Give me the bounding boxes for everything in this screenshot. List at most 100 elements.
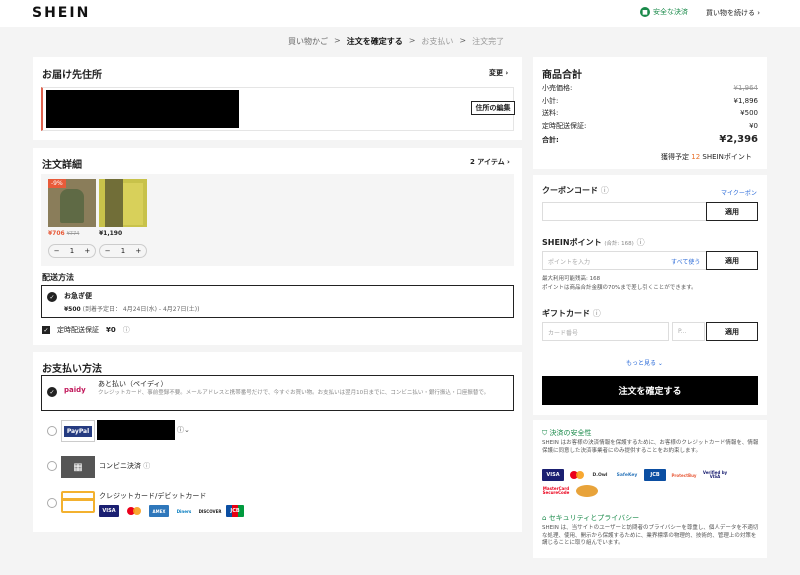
address-title: お届け先住所 (42, 70, 102, 81)
item-count-link[interactable]: 2 アイテム › (470, 157, 510, 167)
summary-rows: 小売価格: ¥1,964 小計: ¥1,896 送料: ¥500 定時配送保証: ¥0 … (542, 82, 758, 147)
secure-label: 安全な決済 (653, 8, 688, 16)
minus-button[interactable]: − (49, 247, 64, 255)
coupon-apply-button[interactable]: 適用 (706, 202, 758, 221)
selected-check-icon: ✓ (47, 387, 57, 397)
guarantee-price: ¥0 (106, 326, 116, 334)
konbini-label: コンビニ決済 ⓘ (99, 462, 151, 470)
summary-row-guarantee: 定時配送保証: ¥0 (542, 121, 758, 130)
radio-konbini[interactable] (47, 461, 57, 471)
gift-card-number-input[interactable]: カード番号 (542, 322, 669, 341)
help-icon[interactable]: ⓘ (123, 325, 130, 335)
top-header: SHEIN ■ 安全な決済 買い物を続ける › (0, 0, 800, 27)
summary-title: 商品合計 (542, 70, 582, 81)
gift-card-apply-button[interactable]: 適用 (706, 322, 758, 341)
protectbuy-icon: ProtectBuy (671, 472, 697, 478)
quantity-value: 1 (69, 247, 75, 255)
mastercard-icon (124, 505, 144, 517)
payment-option-paidy[interactable]: ✓ paidy あと払い（ペイディ） クレジットカード、事前登録不要。メールアド… (41, 375, 514, 411)
use-all-points-link[interactable]: すべて使う (671, 257, 700, 266)
breadcrumb-separator: > (334, 36, 341, 45)
discover-icon: DISCOVER (198, 508, 222, 514)
breadcrumb: 買い物かご > 注文を確定する > お支払い > 注文完了 (288, 36, 504, 47)
my-coupons-link[interactable]: マイクーポン (721, 188, 757, 197)
mastercard-securecode-icon: MasterCard SecureCode (542, 485, 570, 495)
lock-outline-icon: ⌂ (542, 514, 547, 522)
summary-row-shipping: 送料: ¥500 (542, 109, 758, 117)
visa-secure-icon: VISA (542, 469, 564, 481)
address-section: お届け先住所 変更 › 住所の編集 (33, 57, 522, 140)
secure-payment-indicator: ■ 安全な決済 (640, 7, 688, 17)
summary-row-total: 合計: ¥2,396 (542, 134, 758, 145)
sale-price: ¥706 (48, 230, 65, 237)
product-price-1: ¥706 ¥774 (48, 230, 79, 237)
continue-shopping-link[interactable]: 買い物を続ける › (706, 8, 760, 18)
quantity-stepper[interactable]: − 1 + (48, 244, 96, 258)
selected-check-icon: ✓ (47, 292, 57, 302)
help-icon[interactable]: ⓘ (601, 186, 609, 195)
discounts-section: クーポンコード ⓘ マイクーポン 適用 SHEINポイント (合計: 168) … (533, 175, 767, 415)
quantity-stepper[interactable]: − 1 + (99, 244, 147, 258)
help-icon[interactable]: ⓘ (637, 238, 645, 247)
shein-logo[interactable]: SHEIN (32, 5, 90, 21)
seal-icon (576, 485, 598, 497)
payment-title: お支払い方法 (42, 364, 102, 375)
coupon-title: クーポンコード ⓘ (542, 186, 609, 195)
redacted-address (46, 90, 239, 128)
product-figure (105, 179, 123, 227)
security-section: ⛉ 決済の安全性 SHEIN はお客様の決済情報を保護するために、お客様のクレジ… (533, 420, 767, 558)
paidy-description: クレジットカード、事前登録不要。メールアドレスと携帯番号だけで、今すぐお買い物。… (98, 390, 490, 396)
delivery-guarantee-row[interactable]: ✓ 定時配送保証 ¥0 ⓘ (42, 325, 130, 335)
paidy-logo: paidy (64, 386, 86, 394)
points-apply-button[interactable]: 適用 (706, 251, 758, 270)
place-order-button[interactable]: 注文を確定する (542, 376, 758, 405)
guarantee-label: 定時配送保証 (57, 326, 99, 334)
paypal-logo: PayPal (61, 420, 95, 442)
gift-card-title: ギフトカード ⓘ (542, 309, 601, 318)
paidy-title: あと払い（ペイディ） (98, 380, 168, 388)
shipping-method-title: 配送方法 (42, 273, 74, 282)
breadcrumb-payment: お支払い (421, 37, 454, 46)
diners-secure-icon: D.Owl (592, 472, 608, 478)
product-price-2: ¥1,190 (99, 230, 123, 237)
address-change-link[interactable]: 変更 › (489, 68, 508, 78)
breadcrumb-complete: 注文完了 (472, 37, 505, 46)
plus-button[interactable]: + (131, 247, 146, 255)
lock-icon: ■ (640, 7, 650, 17)
order-details-section: 注文詳細 2 アイテム › -9% ¥706 ¥774 − 1 + ¥1,190… (33, 148, 522, 345)
gift-card-pin-input[interactable]: P... (672, 322, 705, 341)
items-area: -9% ¥706 ¥774 − 1 + ¥1,190 − 1 + (41, 174, 514, 266)
breadcrumb-confirm: 注文を確定する (346, 37, 403, 46)
diners-icon: Diners (176, 508, 192, 514)
checkbox-checked-icon[interactable]: ✓ (42, 326, 50, 334)
help-icon[interactable]: ⓘ (593, 309, 601, 318)
minus-button[interactable]: − (100, 247, 115, 255)
radio-paypal[interactable] (47, 426, 57, 436)
amex-icon: AMEX (149, 505, 169, 517)
credit-card-icon (61, 491, 95, 513)
card-label: クレジットカード/デビットカード (99, 492, 207, 500)
breadcrumb-cart[interactable]: 買い物かご (288, 36, 328, 47)
coupon-input[interactable] (542, 202, 707, 221)
payment-method-section: お支払い方法 ✓ paidy あと払い（ペイディ） クレジットカード、事前登録不… (33, 352, 522, 532)
points-earned: 獲得予定 12 SHEINポイント (661, 153, 752, 161)
edit-address-button[interactable]: 住所の編集 (471, 101, 515, 115)
mastercard-icon (570, 469, 584, 481)
shipping-option-express[interactable]: ✓ お急ぎ便 ¥500 (到着予定日： 4月24日(水) - 4月27日(土)) (41, 285, 514, 318)
product-image[interactable] (99, 179, 147, 227)
jcb-icon: JCB (226, 505, 244, 517)
visa-icon: VISA (99, 505, 119, 517)
paypal-help-icon[interactable]: ⓘ⌄ (177, 425, 190, 435)
summary-row-retail: 小売価格: ¥1,964 (542, 84, 758, 92)
privacy-title: ⌂ セキュリティとプライバシー (542, 514, 640, 522)
points-max-note: 最大利用可能残高: 168 (542, 276, 601, 282)
help-icon[interactable]: ⓘ (143, 462, 150, 470)
radio-credit-card[interactable] (47, 498, 57, 508)
product-image[interactable]: -9% (48, 179, 96, 227)
show-more-link[interactable]: もっと見る ⌄ (626, 358, 663, 367)
verified-by-visa-icon: Verified by VISA (702, 469, 728, 479)
payment-security-desc: SHEIN はお客様の決済情報を保護するために、お客様のクレジットカード情報を、… (542, 440, 759, 454)
product-garment (123, 183, 143, 225)
summary-row-subtotal: 小計: ¥1,896 (542, 96, 758, 105)
plus-button[interactable]: + (80, 247, 95, 255)
